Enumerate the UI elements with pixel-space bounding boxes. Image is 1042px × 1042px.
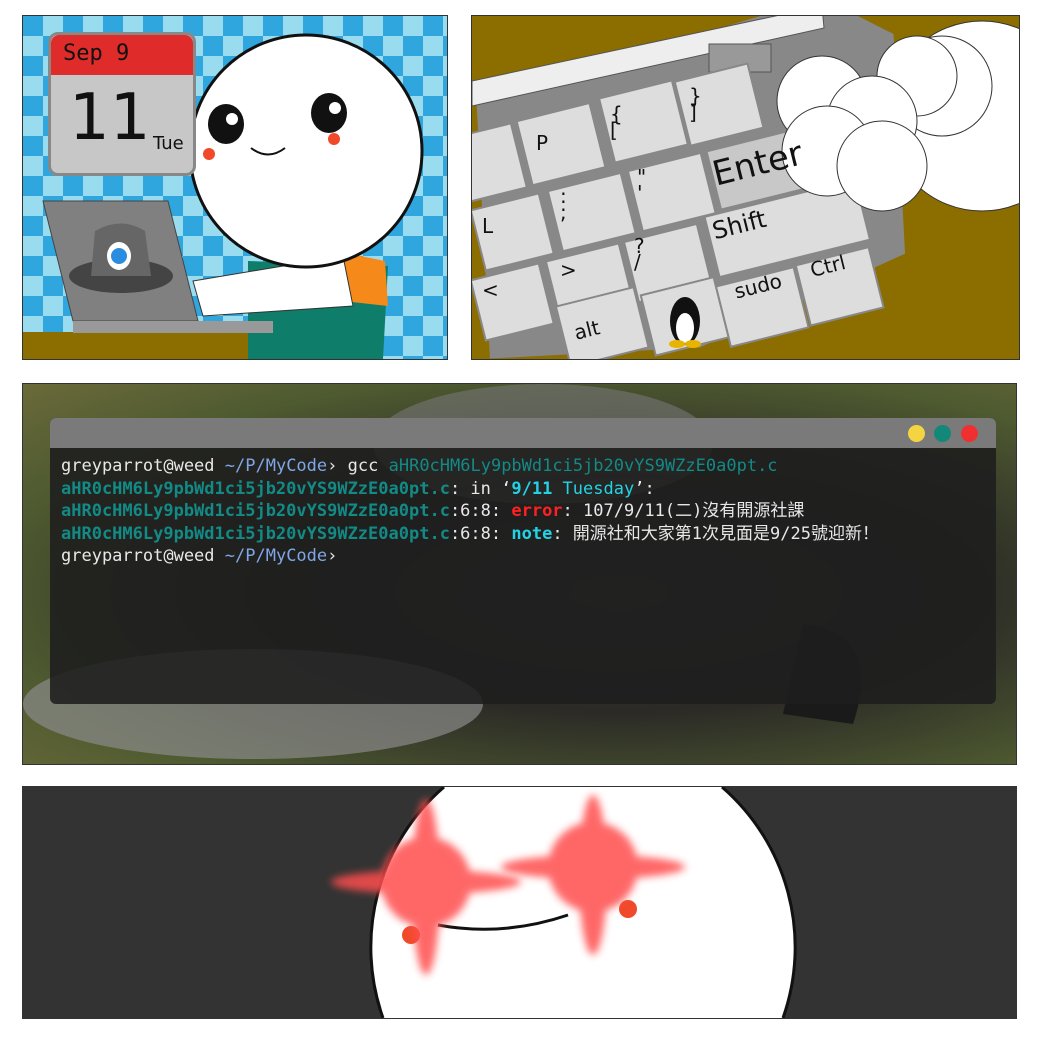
- key-question: ? /: [634, 234, 645, 274]
- note-label: note: [511, 523, 553, 544]
- prompt-user: greyparrot@weed: [61, 456, 215, 476]
- text: : in ‘: [449, 478, 512, 499]
- terminal-output[interactable]: greyparrot@weed ~/P/MyCode› gcc aHR0cHM6…: [50, 448, 996, 575]
- close-button[interactable]: [961, 425, 978, 442]
- calendar-icon: Sep 9 11 Tue: [48, 32, 196, 176]
- terminal-title-bar[interactable]: [50, 418, 996, 448]
- prompt-symbol: ›: [327, 546, 338, 566]
- prompt-path: ~/P/MyCode: [224, 456, 328, 476]
- terminal-line-note: aHR0cHM6Ly9pbWd1ci5jb20vYS9WZzE0a0pt.c:6…: [61, 523, 985, 546]
- panel-terminal-over-parrot: greyparrot@weed ~/P/MyCode› gcc aHR0cHM6…: [22, 383, 1017, 765]
- terminal-line-prompt: greyparrot@weed ~/P/MyCode›: [61, 545, 985, 568]
- prompt-symbol: ›: [327, 456, 338, 476]
- filename: aHR0cHM6Ly9pbWd1ci5jb20vYS9WZzE0a0pt.c: [61, 501, 450, 521]
- minimize-button[interactable]: [908, 425, 925, 442]
- terminal-line-in-function: aHR0cHM6Ly9pbWd1ci5jb20vYS9WZzE0a0pt.c: …: [61, 478, 985, 501]
- desk: [23, 332, 281, 359]
- filename: aHR0cHM6Ly9pbWd1ci5jb20vYS9WZzE0a0pt.c: [61, 523, 450, 544]
- calendar-weekday: Tue: [153, 133, 184, 154]
- note-message: : 開源社和大家第1次見面是9/25號迎新！: [552, 523, 879, 544]
- key-brace-right: } ]: [689, 84, 702, 124]
- key-l: L: [482, 214, 494, 238]
- key-colon: : ;: [560, 184, 567, 224]
- position: :6:8:: [449, 523, 512, 544]
- character-glowing-eyes: [331, 787, 797, 1018]
- prompt-user: greyparrot@weed: [61, 546, 215, 566]
- filename: aHR0cHM6Ly9pbWd1ci5jb20vYS9WZzE0a0pt.c: [388, 456, 778, 476]
- panel-glowing-eyes: [22, 786, 1017, 1019]
- terminal-window[interactable]: greyparrot@weed ~/P/MyCode› gcc aHR0cHM6…: [50, 418, 996, 704]
- key-p: P: [536, 131, 549, 155]
- key-brace-left: { [: [610, 102, 623, 142]
- error-message: : 107/9/11(二)沒有開源社課: [562, 501, 805, 521]
- terminal-line-error: aHR0cHM6Ly9pbWd1ci5jb20vYS9WZzE0a0pt.c:6…: [61, 500, 985, 523]
- text: ’:: [634, 478, 655, 499]
- position: :6:8:: [449, 501, 512, 521]
- key-less-than: <: [482, 278, 499, 302]
- prompt-path: ~/P/MyCode: [224, 546, 328, 566]
- terminal-line-command: greyparrot@weed ~/P/MyCode› gcc aHR0cHM6…: [61, 455, 985, 478]
- command: gcc: [347, 456, 379, 476]
- weekday: Tuesday: [552, 478, 635, 499]
- calendar-date: 11: [69, 81, 151, 155]
- error-label: error: [511, 501, 563, 521]
- date: 9/11: [511, 478, 553, 499]
- filename: aHR0cHM6Ly9pbWd1ci5jb20vYS9WZzE0a0pt.c: [61, 478, 450, 499]
- key-greater-than: >: [560, 258, 577, 282]
- panel-character-at-laptop: Sep 9 11 Tue: [22, 15, 448, 360]
- panel-keyboard-enter: P { [ } ] Enter L : ; " ' Shift < > ? / …: [471, 15, 1020, 360]
- character-head: [188, 33, 424, 269]
- key-quote: " ': [637, 165, 647, 205]
- calendar-month-day: Sep 9: [51, 35, 193, 75]
- maximize-button[interactable]: [934, 425, 951, 442]
